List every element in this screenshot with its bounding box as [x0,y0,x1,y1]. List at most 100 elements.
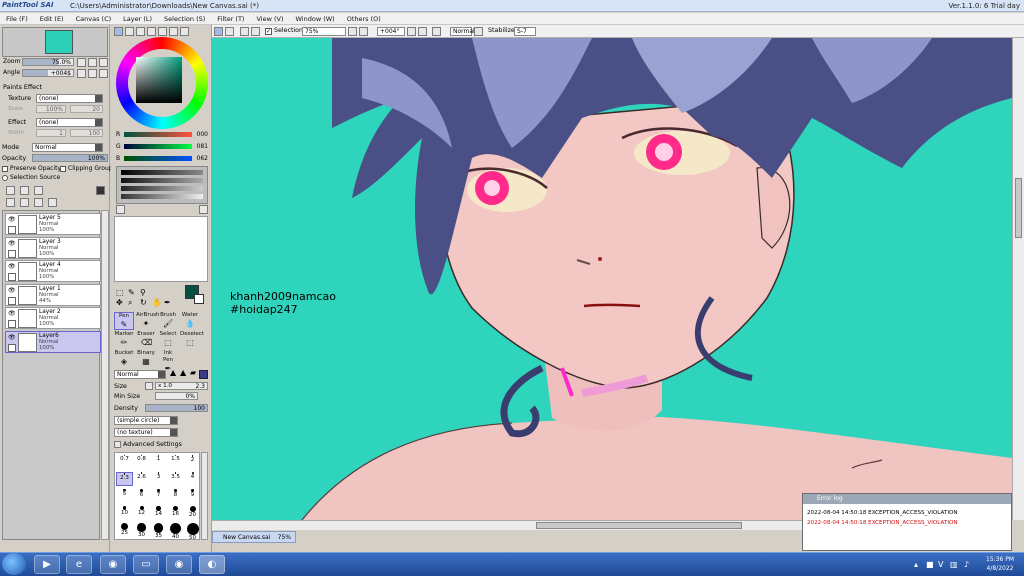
brush-size-cell[interactable]: 2 [184,455,201,469]
new-linework-icon[interactable] [20,186,29,195]
merge-down-icon[interactable] [20,198,29,207]
zoom-out-icon[interactable] [348,27,357,36]
density-slider[interactable]: 100 [145,404,208,412]
drawing-canvas[interactable] [212,38,1012,520]
effect-dropdown[interactable]: (none) [36,118,103,127]
tray-app-icon[interactable]: ■ [926,560,934,569]
menu-selection[interactable]: Selection (S) [158,13,211,25]
plus-icon[interactable] [114,441,121,448]
brush-shape-4-icon[interactable] [199,370,208,379]
zoom-in-icon[interactable] [359,27,368,36]
rgb-slider-mode-icon[interactable] [125,27,134,36]
brush-shape-3-icon[interactable]: ▰ [190,368,196,377]
brush-size-cell[interactable]: 0.7 [116,455,133,469]
blend-mode-dropdown[interactable]: Normal [32,143,103,152]
palette-mode-icon[interactable] [180,27,189,36]
deselect-icon[interactable] [225,27,234,36]
media-player-icon[interactable]: ▶ [34,555,60,574]
eye-icon[interactable]: 👁 [8,310,16,317]
brush-size-cell[interactable]: 5 [116,489,133,503]
width-slider[interactable]: 1 [36,129,66,137]
zoom-slider[interactable]: 75.0% [22,58,74,66]
angle-slider[interactable]: +004$ [22,69,74,77]
menu-file[interactable]: File (F) [0,13,34,25]
stabilizer-dropdown[interactable]: S-7 [514,27,536,36]
tray-antivirus-icon[interactable]: V [938,560,943,569]
swatch-mode-icon[interactable] [147,27,156,36]
eyedropper-icon[interactable]: ✒ [164,298,171,307]
flip-horizontal-icon[interactable] [432,27,441,36]
red-slider[interactable]: R 000 [116,131,208,139]
brush-size-cell[interactable]: 9 [184,489,201,503]
brush-size-cell[interactable]: 2.3 [116,472,133,486]
zoom-in-button[interactable] [88,58,97,67]
layer-panel-toggle-icon[interactable] [96,186,105,195]
transfer-down-icon[interactable] [6,198,15,207]
secondary-color-swatch[interactable] [194,294,204,304]
brush-size-cell[interactable]: 25 [116,523,133,537]
magic-wand-icon[interactable]: ⚲ [140,288,146,297]
zoom-out-button[interactable] [77,58,86,67]
brush-size-cell[interactable]: 40 [167,523,184,540]
tool-marker-button[interactable]: Marker ✏ [114,331,134,349]
new-layer-icon[interactable] [6,186,15,195]
brush-size-cell[interactable]: 12 [133,506,150,520]
tray-arrow-icon[interactable]: ▴ [914,560,918,569]
brush-texture-dropdown[interactable]: (no texture) [114,428,178,437]
rotate-left-button[interactable] [77,69,86,78]
new-folder-icon[interactable] [34,186,43,195]
lasso-icon[interactable]: ✎ [128,288,135,297]
tool-water-button[interactable]: Water 💧 [180,312,200,330]
brush-size-cell[interactable]: 1 [150,455,167,469]
layer-lock-checkbox[interactable] [8,320,16,328]
file-explorer-icon[interactable]: ▭ [133,555,159,574]
brush-size-cell[interactable]: 7 [150,489,167,503]
scale-slider[interactable]: 100% [36,105,66,113]
tool-eraser-button[interactable]: Eraser ⌫ [136,331,156,349]
tool-bucket-button[interactable]: Bucket ◈ [114,350,134,368]
layer-lock-checkbox[interactable] [8,273,16,281]
texture-dropdown[interactable]: (none) [36,94,103,103]
selection-checkbox[interactable]: ✓ [265,28,272,35]
menu-filter[interactable]: Filter (T) [211,13,250,25]
eye-icon[interactable]: 👁 [8,240,16,247]
chrome-window-icon[interactable]: ◉ [166,555,192,574]
color-mixer-mode-icon[interactable] [169,27,178,36]
brush-size-cell[interactable]: 0.8 [133,455,150,469]
paint-tool-sai-taskbar-icon[interactable]: ◐ [199,555,225,574]
size-range-icon[interactable] [145,382,153,390]
layer-lock-checkbox[interactable] [8,226,16,234]
rotate-left-icon[interactable] [407,27,416,36]
tray-volume-icon[interactable]: ♪ [964,560,969,569]
rect-select-icon[interactable]: ⬚ [116,288,124,297]
brush-size-cell[interactable]: 16 [167,506,184,520]
brush-size-cell[interactable]: 2.6 [133,472,150,486]
brush-size-cell[interactable]: 10 [116,506,133,520]
flip-button[interactable] [99,69,108,78]
tool-airbrush-button[interactable]: AirBrush ✦ [136,312,159,330]
min-size-slider[interactable]: 0% [155,392,198,400]
scale-number[interactable]: 20 [70,105,103,113]
width-number[interactable]: 100 [70,129,103,137]
blue-slider[interactable]: B 062 [116,155,208,163]
tool-binary-button[interactable]: Binary ▦ [136,350,156,368]
eye-icon[interactable]: 👁 [8,334,16,341]
brush-size-cell[interactable]: 50 [184,523,201,541]
internet-explorer-icon[interactable]: e [66,555,92,574]
layer-row[interactable]: 👁 Layer 1 Normal 44% [5,283,101,306]
angle-dropdown[interactable]: +004° [377,27,405,36]
view-mode-dropdown[interactable]: Normal [450,27,475,36]
brush-size-cell[interactable]: 1.5 [167,455,184,469]
brush-size-cell[interactable]: 3.5 [167,472,184,486]
hand-tool-icon[interactable]: ✋ [152,298,162,307]
zoom-dropdown[interactable]: 75% [302,27,346,36]
layer-lock-checkbox[interactable] [8,249,16,258]
tool-select-button[interactable]: Select ⬚ [158,331,178,349]
layer-lock-checkbox[interactable] [8,343,16,352]
brush-size-cell[interactable]: 8 [167,489,184,503]
taskbar-clock[interactable]: 15:36 PM 4/8/2022 [980,555,1020,575]
selection-source-radio[interactable] [2,175,8,181]
brush-shape-1-icon[interactable]: ▲ [170,368,176,377]
selection-tool-icon[interactable] [214,27,223,36]
saturation-value-square[interactable] [136,57,182,103]
